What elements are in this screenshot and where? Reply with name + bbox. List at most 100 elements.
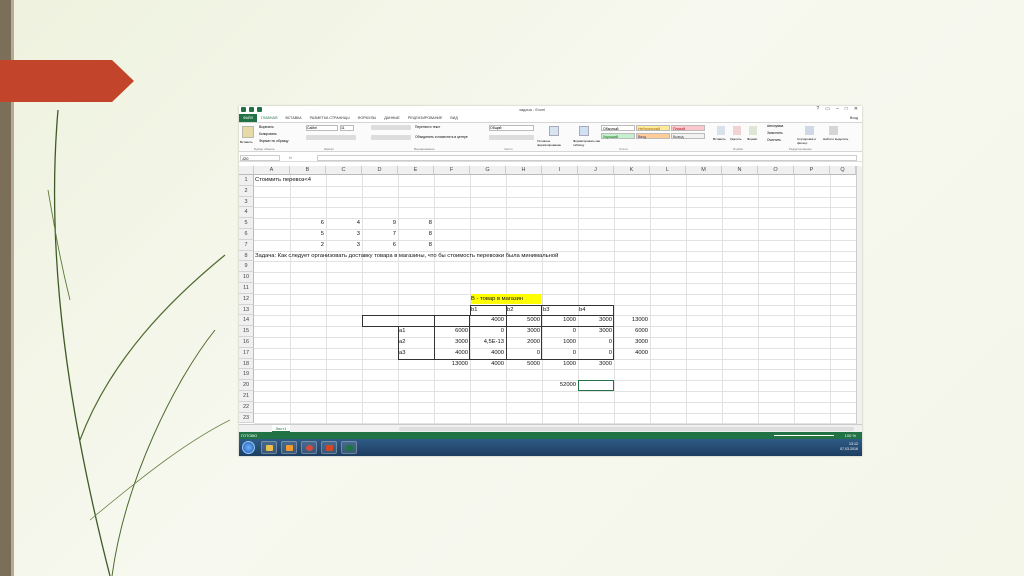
column-header-q[interactable]: Q <box>830 166 856 175</box>
row-header-2[interactable]: 2 <box>239 185 254 197</box>
column-header-g[interactable]: G <box>470 166 506 175</box>
media-player-taskbar-icon[interactable] <box>281 441 297 454</box>
font-size-select[interactable]: 11 <box>340 125 354 131</box>
zoom-level[interactable]: 100 % <box>845 432 856 439</box>
style-good[interactable]: Хороший <box>601 133 635 139</box>
paste-button[interactable]: Вставить <box>240 140 253 144</box>
row-header-3[interactable]: 3 <box>239 196 254 208</box>
tab-data[interactable]: ДАННЫЕ <box>380 116 404 120</box>
copy-button[interactable]: Копировать <box>259 132 277 136</box>
powerpoint-taskbar-icon[interactable] <box>321 441 337 454</box>
clear-button[interactable]: Очистить <box>767 138 781 142</box>
column-header-p[interactable]: P <box>794 166 830 175</box>
style-output[interactable]: Вывод <box>671 133 705 139</box>
column-header-n[interactable]: N <box>722 166 758 175</box>
row-header-11[interactable]: 11 <box>239 283 254 294</box>
row-header-23[interactable]: 23 <box>239 412 254 424</box>
column-header-b[interactable]: B <box>290 166 326 175</box>
vertical-scrollbar[interactable] <box>856 166 862 424</box>
row-header-7[interactable]: 7 <box>239 239 254 251</box>
row-header-18[interactable]: 18 <box>239 358 254 370</box>
undo-icon[interactable] <box>257 107 262 112</box>
column-header-e[interactable]: E <box>398 166 434 175</box>
tab-home[interactable]: ГЛАВНАЯ <box>257 116 281 120</box>
help-button[interactable]: ? <box>816 106 819 112</box>
fx-icon[interactable]: fx <box>289 155 292 160</box>
sheet-tab-list1[interactable]: Лист1 <box>272 425 290 432</box>
user-signin[interactable]: Вход <box>846 116 862 120</box>
column-header-d[interactable]: D <box>362 166 398 175</box>
style-neutral[interactable]: Нейтральный <box>636 125 670 131</box>
row-header-15[interactable]: 15 <box>239 326 254 337</box>
select-all-corner[interactable] <box>239 166 254 175</box>
font-format-buttons[interactable] <box>306 135 356 140</box>
horizontal-scrollbar[interactable] <box>399 427 854 431</box>
paste-icon[interactable] <box>242 126 254 138</box>
row-header-4[interactable]: 4 <box>239 207 254 219</box>
quick-access-toolbar[interactable] <box>241 107 262 112</box>
find-select-button[interactable]: Найти и выделить <box>823 137 849 141</box>
row-header-1[interactable]: 1 <box>239 175 254 186</box>
row-header-10[interactable]: 10 <box>239 272 254 283</box>
row-header-13[interactable]: 13 <box>239 304 254 316</box>
tab-insert[interactable]: ВСТАВКА <box>281 116 305 120</box>
font-name-select[interactable]: Calibri <box>306 125 338 131</box>
style-bad[interactable]: Плохой <box>671 125 705 131</box>
chrome-taskbar-icon[interactable] <box>301 441 317 454</box>
formula-input[interactable] <box>317 155 857 161</box>
maximize-button[interactable]: □ <box>845 106 848 112</box>
row-header-17[interactable]: 17 <box>239 347 254 359</box>
ribbon-display-button[interactable]: ▭ <box>825 106 830 112</box>
cut-button[interactable]: Вырезать <box>259 125 274 129</box>
tab-review[interactable]: РЕЦЕНЗИРОВАНИЕ <box>404 116 447 120</box>
column-header-l[interactable]: L <box>650 166 686 175</box>
number-buttons[interactable] <box>489 135 534 140</box>
column-header-k[interactable]: K <box>614 166 650 175</box>
fill-button[interactable]: Заполнить <box>767 131 783 135</box>
row-header-16[interactable]: 16 <box>239 337 254 348</box>
conditional-format-icon[interactable] <box>549 126 559 136</box>
start-button-icon[interactable] <box>242 441 255 454</box>
number-format-select[interactable]: Общий <box>489 125 534 131</box>
column-header-o[interactable]: O <box>758 166 794 175</box>
save-icon[interactable] <box>249 107 254 112</box>
zoom-slider[interactable] <box>774 435 834 436</box>
format-table-button[interactable]: Форматировать как таблицу <box>573 139 603 147</box>
format-cells-button[interactable]: Формат <box>747 137 758 141</box>
conditional-format-button[interactable]: Условное форматирование <box>537 139 573 147</box>
column-header-i[interactable]: I <box>542 166 578 175</box>
row-header-19[interactable]: 19 <box>239 369 254 381</box>
column-header-h[interactable]: H <box>506 166 542 175</box>
row-header-21[interactable]: 21 <box>239 391 254 402</box>
explorer-taskbar-icon[interactable] <box>261 441 277 454</box>
column-header-a[interactable]: A <box>254 166 290 175</box>
delete-cells-button[interactable]: Удалить <box>730 137 741 141</box>
row-header-8[interactable]: 8 <box>239 250 254 262</box>
excel-taskbar-icon[interactable] <box>341 441 357 454</box>
column-header-f[interactable]: F <box>434 166 470 175</box>
row-header-5[interactable]: 5 <box>239 218 254 229</box>
style-input[interactable]: Ввод <box>636 133 670 139</box>
wrap-text-button[interactable]: Перенести текст <box>415 125 440 129</box>
format-table-icon[interactable] <box>579 126 589 136</box>
format-painter-button[interactable]: Формат по образцу <box>259 139 289 143</box>
merge-center-button[interactable]: Объединить и поместить в центре <box>415 135 468 139</box>
find-select-icon[interactable] <box>829 126 838 135</box>
column-header-m[interactable]: M <box>686 166 722 175</box>
sort-filter-button[interactable]: Сортировка и фильтр <box>797 137 823 145</box>
row-header-14[interactable]: 14 <box>239 315 254 327</box>
spreadsheet-grid[interactable]: A B C D E F G H I J K L M N O P Q 1 2 3 4 5 6 7 8 9 10 11 12 13 14 15 16… <box>239 166 862 425</box>
format-cells-icon[interactable] <box>749 126 757 135</box>
row-header-9[interactable]: 9 <box>239 261 254 273</box>
row-header-12[interactable]: 12 <box>239 293 254 305</box>
tab-page-layout[interactable]: РАЗМЕТКА СТРАНИЦЫ <box>306 116 354 120</box>
tab-file[interactable]: ФАЙЛ <box>239 114 257 122</box>
column-header-c[interactable]: C <box>326 166 362 175</box>
minimize-button[interactable]: – <box>836 106 839 112</box>
row-header-6[interactable]: 6 <box>239 229 254 240</box>
autosum-button[interactable]: Автосумма <box>767 124 783 128</box>
column-header-j[interactable]: J <box>578 166 614 175</box>
close-button[interactable]: ✕ <box>854 106 858 112</box>
insert-cells-button[interactable]: Вставить <box>713 137 726 141</box>
tab-formulas[interactable]: ФОРМУЛЫ <box>354 116 381 120</box>
